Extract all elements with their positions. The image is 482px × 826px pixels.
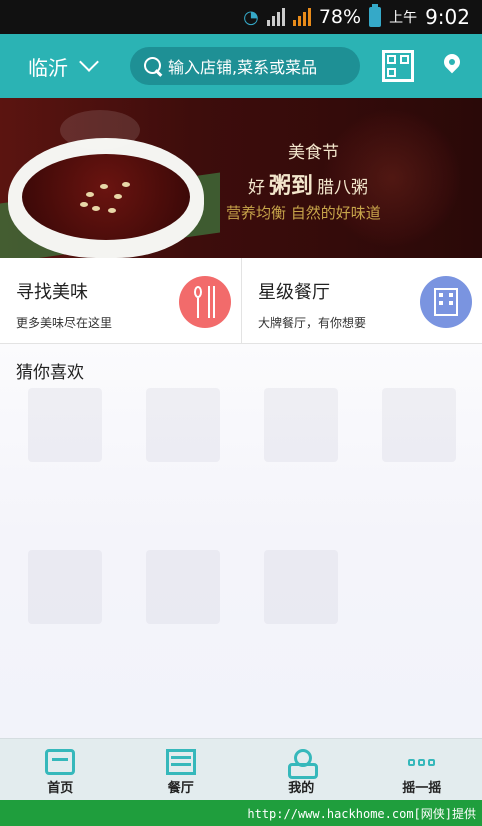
search-placeholder: 输入店铺,菜系或菜品 bbox=[168, 58, 318, 77]
feature-subtitle: 大牌餐厅，有你想要 bbox=[258, 316, 367, 330]
tab-label: 摇一摇 bbox=[402, 781, 442, 796]
tab-shake[interactable]: 摇一摇 bbox=[362, 739, 482, 800]
qr-scan-icon[interactable] bbox=[382, 50, 414, 82]
shake-icon bbox=[407, 749, 437, 775]
faded-recommendation-item bbox=[146, 388, 220, 462]
chevron-down-icon bbox=[79, 52, 99, 72]
wifi-icon: ◔ bbox=[243, 6, 259, 28]
cutlery-icon bbox=[179, 276, 231, 328]
steam-decoration bbox=[60, 110, 140, 150]
clock-time: 9:02 bbox=[425, 5, 470, 29]
tab-label: 我的 bbox=[288, 781, 315, 796]
search-bar[interactable]: 输入店铺,菜系或菜品 bbox=[130, 47, 360, 85]
feature-title: 寻找美味 bbox=[16, 282, 88, 303]
faded-recommendation-item bbox=[264, 388, 338, 462]
promo-banner[interactable]: 美食节 好 粥到 腊八粥 营养均衡 自然的好味道 bbox=[0, 98, 482, 258]
feature-subtitle: 更多美味尽在这里 bbox=[16, 316, 113, 330]
bottom-tab-bar: 首页 餐厅 我的 摇一摇 bbox=[0, 738, 482, 800]
section-title: 猜你喜欢 bbox=[16, 363, 84, 383]
source-watermark: http://www.hackhome.com[网侠]提供 bbox=[0, 800, 482, 826]
faded-recommendation-item bbox=[264, 550, 338, 624]
tab-label: 首页 bbox=[47, 781, 74, 796]
building-icon bbox=[420, 276, 472, 328]
banner-tagline: 营养均衡 自然的好味道 bbox=[226, 204, 381, 222]
banner-title: 美食节 bbox=[288, 143, 339, 163]
faded-recommendation-item bbox=[382, 388, 456, 462]
signal-icon bbox=[266, 8, 285, 26]
feature-title: 星级餐厅 bbox=[258, 282, 330, 303]
signal-icon bbox=[292, 8, 311, 26]
home-icon bbox=[45, 749, 76, 775]
faded-recommendation-item bbox=[28, 550, 102, 624]
tab-mine[interactable]: 我的 bbox=[241, 739, 362, 800]
recommendations-section: 猜你喜欢 bbox=[0, 344, 482, 738]
search-icon bbox=[144, 57, 162, 75]
faded-recommendation-item bbox=[146, 550, 220, 624]
clock-ampm: 上午 bbox=[389, 10, 418, 26]
location-pin-icon[interactable] bbox=[444, 54, 460, 74]
faded-recommendation-item bbox=[28, 388, 102, 462]
star-restaurant-entry[interactable]: 星级餐厅 大牌餐厅，有你想要 bbox=[241, 258, 482, 344]
restaurant-icon bbox=[165, 749, 196, 775]
app-header: 临沂 输入店铺,菜系或菜品 bbox=[0, 34, 482, 98]
city-label: 临沂 bbox=[28, 55, 68, 80]
porridge-image bbox=[22, 154, 190, 240]
profile-icon bbox=[286, 749, 319, 779]
find-food-entry[interactable]: 寻找美味 更多美味尽在这里 bbox=[0, 258, 241, 344]
banner-headline: 好 粥到 腊八粥 bbox=[248, 174, 369, 199]
city-selector[interactable]: 临沂 bbox=[12, 52, 112, 81]
tab-label: 餐厅 bbox=[167, 781, 194, 796]
tab-restaurant[interactable]: 餐厅 bbox=[121, 739, 242, 800]
battery-percent: 78% bbox=[318, 6, 362, 28]
status-bar: ◔ 78% 上午 9:02 bbox=[0, 0, 482, 34]
tab-home[interactable]: 首页 bbox=[0, 739, 121, 800]
battery-icon bbox=[369, 4, 382, 27]
feature-entries: 寻找美味 更多美味尽在这里 星级餐厅 大牌餐厅，有你想要 bbox=[0, 258, 482, 344]
